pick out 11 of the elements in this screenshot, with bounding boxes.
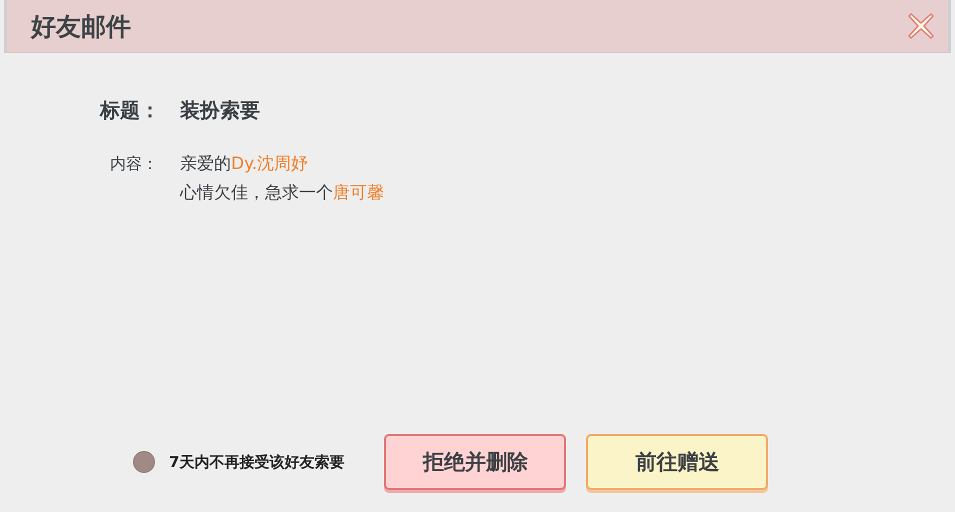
gift-button[interactable]: 前往赠送 xyxy=(586,434,768,490)
option-label: 7天内不再接受该好友索要 xyxy=(169,452,344,472)
subject-label: 标题： xyxy=(100,97,161,124)
reject-button[interactable]: 拒绝并删除 xyxy=(384,434,566,490)
message-line: 心情欠佳，急求一个唐可馨 xyxy=(180,182,384,204)
content-label: 内容： xyxy=(110,153,159,175)
radio-button[interactable] xyxy=(133,451,155,473)
message-line: 亲爱的Dy.沈周妤 xyxy=(180,153,310,175)
close-icon[interactable] xyxy=(906,11,936,41)
subject-text: 装扮索要 xyxy=(180,97,260,124)
window-title: 好友邮件 xyxy=(31,10,131,42)
